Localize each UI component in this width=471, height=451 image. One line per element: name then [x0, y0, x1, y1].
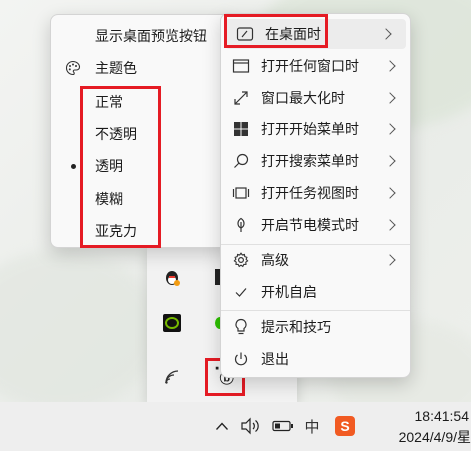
- chevron-right-icon: [384, 60, 396, 72]
- window-icon: [231, 56, 251, 76]
- chevron-right-icon: [380, 28, 392, 40]
- power-icon: [231, 349, 251, 369]
- volume-icon[interactable]: [240, 416, 262, 436]
- check-icon: [231, 282, 251, 302]
- menu-item-show-desktop-preview[interactable]: 显示桌面预览按钮: [51, 21, 231, 51]
- menu-item-acrylic[interactable]: 亚克力: [51, 216, 231, 246]
- menu-item-battery-saver[interactable]: 开启节电模式时: [221, 210, 410, 240]
- selected-radio-dot: [71, 163, 76, 169]
- menu-item-task-view-open[interactable]: 打开任务视图时: [221, 178, 410, 208]
- menu-item-opaque[interactable]: 不透明: [51, 119, 231, 149]
- menu-item-theme-color[interactable]: 主题色: [51, 53, 231, 83]
- wifi-icon[interactable]: [161, 366, 183, 388]
- input-method-indicator[interactable]: 中: [302, 416, 322, 436]
- menu-separator: [221, 310, 410, 311]
- leaf-icon: [231, 215, 251, 235]
- palette-icon: [63, 58, 83, 78]
- transparency-submenu: 显示桌面预览按钮 主题色 正常 不透明 透明 模糊 亚克力: [50, 14, 232, 248]
- menu-item-start-at-boot[interactable]: 开机自启: [221, 277, 410, 307]
- chevron-up-icon[interactable]: [214, 416, 230, 436]
- windows-logo-icon: [231, 119, 251, 139]
- clock-time: 18:41:54: [414, 408, 470, 424]
- nvidia-icon[interactable]: [161, 312, 183, 334]
- menu-item-tips[interactable]: 提示和技巧: [221, 312, 410, 342]
- task-view-icon: [231, 183, 251, 203]
- battery-icon[interactable]: [272, 416, 294, 436]
- gear-icon: [231, 250, 251, 270]
- sogou-ime-icon[interactable]: S: [334, 416, 356, 436]
- menu-item-exit[interactable]: 退出: [221, 344, 410, 374]
- taskbar: 中 S 18:41:54 2024/4/9/星: [0, 402, 471, 451]
- chevron-right-icon: [384, 155, 396, 167]
- clock-date: 2024/4/9/星: [398, 429, 471, 445]
- taskbar-state-menu: 在桌面时 打开任何窗口时 窗口最大化时 打开开始菜单时 打开搜索菜单时 打开任务: [220, 13, 411, 378]
- maximize-icon: [231, 88, 251, 108]
- menu-item-advanced[interactable]: 高级: [221, 245, 410, 275]
- clock[interactable]: 18:41:54 2024/4/9/星: [399, 406, 471, 448]
- chevron-right-icon: [384, 219, 396, 231]
- menu-item-search-open[interactable]: 打开搜索菜单时: [221, 146, 410, 176]
- menu-item-any-window-open[interactable]: 打开任何窗口时: [221, 51, 410, 81]
- qq-icon[interactable]: [161, 266, 183, 288]
- chevron-right-icon: [384, 92, 396, 104]
- menu-item-normal[interactable]: 正常: [51, 87, 231, 117]
- menu-item-start-menu-open[interactable]: 打开开始菜单时: [221, 114, 410, 144]
- menu-item-on-desktop[interactable]: 在桌面时: [225, 19, 406, 49]
- chevron-right-icon: [384, 254, 396, 266]
- lightbulb-icon: [231, 317, 251, 337]
- menu-item-clear[interactable]: 透明: [51, 151, 231, 181]
- menu-item-window-maximized[interactable]: 窗口最大化时: [221, 83, 410, 113]
- search-icon: [231, 151, 251, 171]
- menu-item-blur[interactable]: 模糊: [51, 184, 231, 214]
- chevron-right-icon: [384, 187, 396, 199]
- chevron-right-icon: [384, 123, 396, 135]
- desktop-icon: [235, 24, 255, 44]
